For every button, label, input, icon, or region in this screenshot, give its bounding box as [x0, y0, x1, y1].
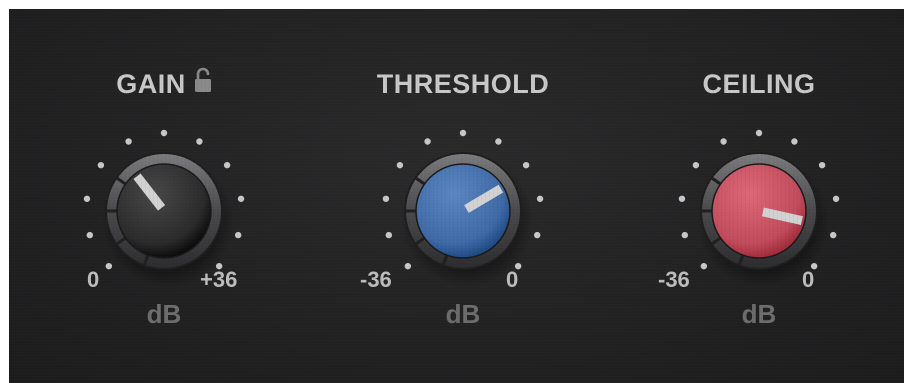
unlocked-padlock-icon[interactable]	[194, 67, 212, 100]
scale-dot	[105, 262, 113, 270]
scale-dot	[234, 231, 242, 239]
scale-dot	[755, 129, 763, 137]
scale-dot	[125, 138, 132, 145]
scale-dot	[720, 138, 727, 145]
scale-dot	[829, 231, 837, 239]
scale-dot	[97, 161, 105, 169]
scale-dot	[223, 161, 231, 169]
threshold-min-label: -36	[360, 267, 392, 292]
limiter-panel: GAIN 0 +36 dB THRESHOLD -36 0 dB CEILING…	[9, 9, 904, 383]
scale-dot	[459, 129, 467, 137]
ceiling-title: CEILING	[702, 69, 816, 99]
scale-dot	[791, 138, 798, 145]
scale-dot	[237, 195, 245, 202]
ceiling-unit-label: dB	[741, 299, 777, 329]
scale-dot	[522, 161, 530, 169]
scale-dot	[382, 195, 390, 202]
threshold-knob[interactable]	[363, 119, 563, 319]
scale-dot	[86, 231, 94, 239]
threshold-title: THRESHOLD	[376, 69, 550, 99]
knob-cap	[711, 163, 807, 259]
threshold-max-label: 0	[506, 267, 519, 292]
scale-dot	[83, 195, 91, 202]
scale-dot	[678, 195, 686, 202]
scale-dot	[818, 161, 826, 169]
gain-control: GAIN 0 +36 dB	[39, 9, 289, 383]
scale-dot	[832, 195, 840, 202]
scale-dot	[404, 262, 412, 270]
gain-unit-label: dB	[146, 299, 182, 329]
ceiling-min-label: -36	[658, 267, 690, 292]
scale-dot	[692, 161, 700, 169]
scale-dot	[681, 231, 689, 239]
threshold-unit-label: dB	[445, 299, 481, 329]
scale-dot	[160, 129, 168, 137]
scale-dot	[196, 138, 203, 145]
ceiling-control: CEILING -36 0 dB	[634, 9, 884, 383]
gain-min-label: 0	[87, 267, 100, 292]
gain-title: GAIN	[39, 67, 289, 100]
ceiling-max-label: 0	[802, 267, 815, 292]
scale-dot	[396, 161, 404, 169]
scale-dot	[424, 138, 431, 145]
gain-max-label: +36	[200, 267, 238, 292]
scale-dot	[700, 262, 708, 270]
scale-dot	[533, 231, 541, 239]
knob-cap	[415, 163, 511, 259]
gain-title-text: GAIN	[116, 69, 186, 99]
scale-dot	[385, 231, 393, 239]
threshold-control: THRESHOLD -36 0 dB	[338, 9, 588, 383]
scale-dot	[495, 138, 502, 145]
scale-dot	[536, 195, 544, 202]
knob-cap	[116, 163, 212, 259]
